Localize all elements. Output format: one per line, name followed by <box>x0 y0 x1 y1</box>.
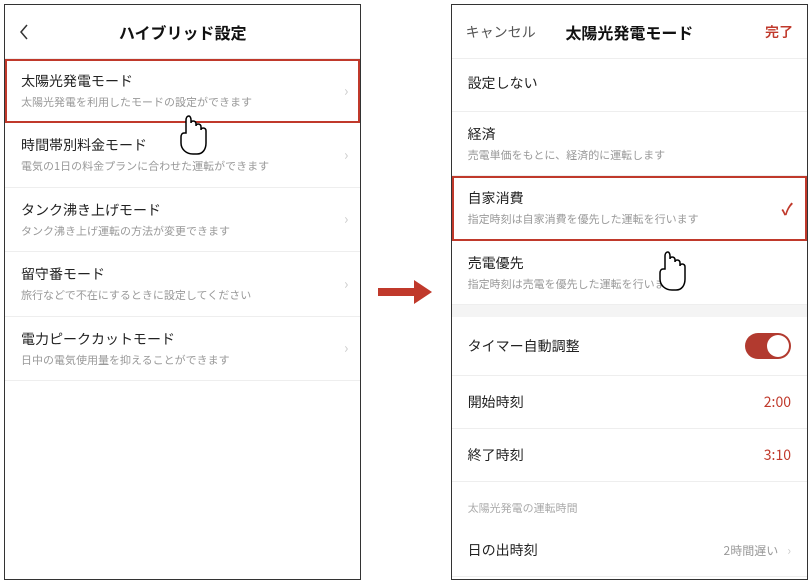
row-tank-boil-mode[interactable]: タンク沸き上げモード タンク沸き上げ運転の方法が変更できます › <box>5 188 360 252</box>
chevron-right-icon: › <box>787 542 791 559</box>
left-header: ハイブリッド設定 <box>5 5 360 59</box>
cancel-button[interactable]: キャンセル <box>452 5 550 58</box>
option-title: 設定しない <box>468 73 791 93</box>
row-label: 日の出時刻 <box>468 540 538 560</box>
option-title: 経済 <box>468 124 773 144</box>
row-title: 電力ピークカットモード <box>21 329 326 349</box>
transition-arrow <box>361 277 450 307</box>
option-sell-priority[interactable]: 売電優先 指定時刻は売電を優先した運転を行います <box>452 241 807 305</box>
option-economy[interactable]: 経済 売電単価をもとに、経済的に運転します <box>452 112 807 176</box>
row-value: 2:00 <box>764 392 791 412</box>
toggle-switch[interactable] <box>745 333 791 359</box>
row-peak-cut-mode[interactable]: 電力ピークカットモード 日中の電気使用量を抑えることができます › <box>5 317 360 381</box>
row-label: 開始時刻 <box>468 392 524 412</box>
row-sunrise[interactable]: 日の出時刻 2時間遅い › <box>452 524 807 577</box>
section-divider <box>452 305 807 317</box>
option-subtitle: 指定時刻は売電を優先した運転を行います <box>468 277 773 292</box>
chevron-right-icon: › <box>344 274 348 294</box>
arrow-right-icon <box>376 277 436 307</box>
option-self-consumption[interactable]: 自家消費 指定時刻は自家消費を優先した運転を行います ✓ <box>452 176 807 240</box>
page-title: ハイブリッド設定 <box>119 20 247 44</box>
option-subtitle: 売電単価をもとに、経済的に運転します <box>468 148 773 163</box>
row-away-mode[interactable]: 留守番モード 旅行などで不在にするときに設定してください › <box>5 252 360 316</box>
row-title: 留守番モード <box>21 264 326 284</box>
row-title: 太陽光発電モード <box>21 71 326 91</box>
chevron-right-icon: › <box>344 81 348 101</box>
row-value: 3:10 <box>764 445 791 465</box>
row-subtitle: 旅行などで不在にするときに設定してください <box>21 288 326 303</box>
option-none[interactable]: 設定しない <box>452 59 807 112</box>
chevron-right-icon: › <box>344 209 348 229</box>
right-header: キャンセル 太陽光発電モード 完了 <box>452 5 807 59</box>
row-subtitle: 太陽光発電を利用したモードの設定ができます <box>21 95 326 110</box>
row-subtitle: タンク沸き上げ運転の方法が変更できます <box>21 224 326 239</box>
row-title: 時間帯別料金モード <box>21 135 326 155</box>
check-icon: ✓ <box>781 196 793 220</box>
back-chevron-icon[interactable] <box>17 5 31 58</box>
row-value: 2時間遅い <box>724 542 779 559</box>
row-timer-auto[interactable]: タイマー自動調整 <box>452 317 807 376</box>
section-label: 太陽光発電の運転時間 <box>452 482 807 524</box>
row-title: タンク沸き上げモード <box>21 200 326 220</box>
right-phone: キャンセル 太陽光発電モード 完了 設定しない 経済 売電単価をもとに、経済的に… <box>451 4 808 580</box>
row-solar-mode[interactable]: 太陽光発電モード 太陽光発電を利用したモードの設定ができます › <box>5 59 360 123</box>
row-start-time[interactable]: 開始時刻 2:00 <box>452 376 807 429</box>
done-button[interactable]: 完了 <box>751 5 807 58</box>
row-end-time[interactable]: 終了時刻 3:10 <box>452 429 807 482</box>
page-title: 太陽光発電モード <box>565 20 693 44</box>
chevron-right-icon: › <box>344 145 348 165</box>
left-phone: ハイブリッド設定 太陽光発電モード 太陽光発電を利用したモードの設定ができます … <box>4 4 361 580</box>
row-label: タイマー自動調整 <box>468 336 580 356</box>
row-label: 終了時刻 <box>468 445 524 465</box>
option-title: 売電優先 <box>468 253 773 273</box>
option-subtitle: 指定時刻は自家消費を優先した運転を行います <box>468 212 773 227</box>
row-time-rate-mode[interactable]: 時間帯別料金モード 電気の1日の料金プランに合わせた運転ができます › <box>5 123 360 187</box>
chevron-right-icon: › <box>344 338 348 358</box>
row-subtitle: 電気の1日の料金プランに合わせた運転ができます <box>21 159 326 174</box>
row-subtitle: 日中の電気使用量を抑えることができます <box>21 353 326 368</box>
option-title: 自家消費 <box>468 188 773 208</box>
